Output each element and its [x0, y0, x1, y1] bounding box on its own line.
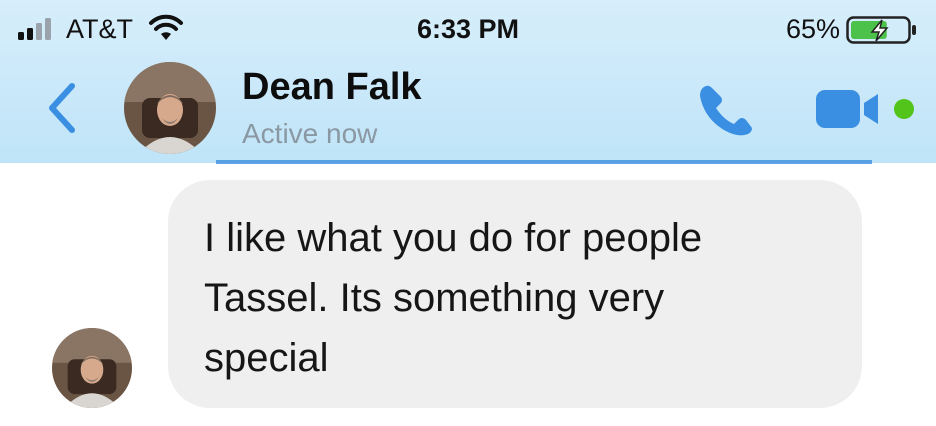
online-indicator: [894, 99, 914, 119]
sender-avatar[interactable]: [52, 328, 132, 408]
header-divider: [216, 160, 872, 164]
avatar-photo: [124, 62, 216, 154]
message-text: I like what you do for people Tassel. It…: [204, 208, 844, 388]
phone-icon[interactable]: [694, 80, 758, 140]
message-bubble[interactable]: I like what you do for people Tassel. It…: [168, 180, 862, 408]
avatar-photo: [52, 328, 132, 408]
video-camera-icon[interactable]: [814, 86, 882, 132]
battery-percent: 65%: [785, 14, 840, 44]
message-line: Tassel. Its something very: [204, 276, 665, 320]
contact-avatar[interactable]: [124, 62, 216, 154]
presence-status: Active now: [242, 118, 378, 149]
message-line: I like what you do for people: [204, 216, 703, 260]
contact-name[interactable]: Dean Falk: [242, 66, 422, 109]
status-bar: AT&T 6:33 PM 65%: [0, 0, 936, 58]
battery-charging-icon: [846, 16, 916, 44]
message-line: special: [204, 336, 329, 380]
back-button[interactable]: [42, 80, 82, 136]
messenger-chat-screen: AT&T 6:33 PM 65% Dean Falk Active now I …: [0, 0, 936, 426]
